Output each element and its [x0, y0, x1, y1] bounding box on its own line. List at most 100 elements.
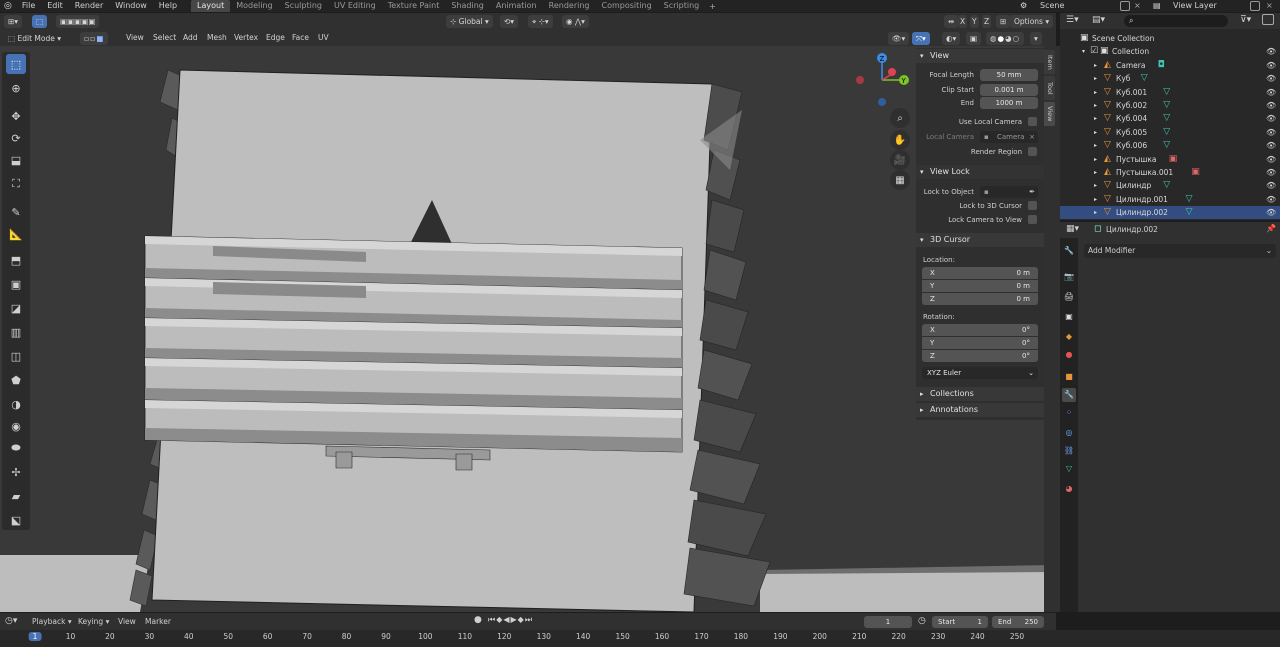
transform-orientation-dropdown[interactable]: ⊹ Global ▾ — [446, 15, 493, 28]
extrude-icon[interactable]: ⬒ — [6, 250, 26, 270]
menu-playback[interactable]: Playback ▾ — [32, 617, 72, 626]
visibility-eye-icon[interactable]: 👁 — [1266, 112, 1276, 125]
solid-shading-icon[interactable]: ● — [998, 34, 1006, 43]
pan-hand-icon[interactable]: ✋ — [890, 130, 910, 150]
outliner-row[interactable]: ▸ ◭ Camera ◘ 👁 — [1060, 59, 1280, 72]
add-workspace-icon[interactable]: + — [705, 2, 720, 11]
jump-end-icon[interactable]: ⏭ — [525, 615, 533, 624]
properties-editor-icon[interactable]: ▦▾ — [1066, 224, 1079, 234]
scene-icon[interactable]: ⚙ — [1020, 0, 1027, 12]
location-x-field[interactable]: X 0 m — [922, 267, 1038, 279]
visibility-eye-icon[interactable]: 👁 — [1266, 139, 1276, 152]
clip-start-field[interactable]: 0.001 m — [980, 84, 1038, 96]
visibility-eye-icon[interactable]: 👁 — [1266, 206, 1276, 219]
record-icon[interactable]: ● — [474, 615, 482, 625]
snap-icon[interactable]: ⌖ ⊹▾ — [528, 15, 553, 28]
shrink-fatten-icon[interactable]: ✢ — [6, 462, 26, 482]
menu-render[interactable]: Render — [69, 0, 109, 12]
tool-properties-icon[interactable]: 🔧 — [1062, 244, 1076, 258]
menu-marker[interactable]: Marker — [145, 617, 171, 626]
outliner-row[interactable]: ▸ ▽ Куб.005 ▽ 👁 — [1060, 126, 1280, 139]
tab-uv-editing[interactable]: UV Editing — [328, 0, 382, 12]
current-frame-field[interactable]: 1 — [864, 616, 912, 628]
view-lock-section-header[interactable]: View Lock — [916, 165, 1044, 179]
filter-icon[interactable]: ⊽▾ — [1240, 15, 1251, 25]
rotation-z-field[interactable]: Z 0° — [922, 350, 1038, 362]
visibility-eye-icon[interactable]: 👁 — [1266, 86, 1276, 99]
mode-dropdown[interactable]: ⬚ Edit Mode ▾ — [4, 32, 65, 45]
shading-modes[interactable]: ◍●◕○ — [986, 32, 1025, 45]
measure-icon[interactable]: 📐 — [6, 224, 26, 244]
expand-arrow-icon[interactable]: ▸ — [1094, 72, 1097, 85]
play-icon[interactable]: ▶ — [511, 615, 518, 624]
tab-compositing[interactable]: Compositing — [596, 0, 658, 12]
scene-properties-icon[interactable]: ◆ — [1062, 330, 1076, 344]
mirror-icon[interactable]: ⇹ — [944, 15, 959, 28]
scene-name[interactable]: Scene — [1040, 0, 1064, 12]
play-reverse-icon[interactable]: ◀ — [503, 615, 510, 624]
visibility-eye-icon[interactable]: 👁 — [1266, 193, 1276, 206]
outliner-row[interactable]: ▸ ◭ Пустышка ▣ 👁 — [1060, 153, 1280, 166]
tab-item[interactable]: Item — [1044, 50, 1055, 74]
menu-view[interactable]: View — [126, 32, 144, 44]
particles-properties-icon[interactable]: ⁘ — [1062, 406, 1076, 420]
proportional-edit-icon[interactable]: ◉ ⋀▾ — [562, 15, 589, 28]
playback-controls[interactable]: ⏮◆◀▶◆⏭ — [488, 615, 533, 625]
data-properties-icon[interactable]: ▽ — [1062, 462, 1076, 476]
editor-type-icon[interactable]: ⊞▾ — [4, 15, 23, 28]
rip-region-icon[interactable]: ⬕ — [6, 510, 26, 530]
loop-cut-icon[interactable]: ▥ — [6, 322, 26, 342]
outliner-row[interactable]: ▸ ▽ Куб.002 ▽ 👁 — [1060, 99, 1280, 112]
tab-layout[interactable]: Layout — [191, 0, 231, 12]
options-dropdown[interactable]: Options ▾ — [1010, 15, 1054, 28]
smooth-icon[interactable]: ◉ — [6, 416, 26, 436]
start-frame-field[interactable]: Start 1 — [932, 616, 988, 628]
axis-x-toggle[interactable]: X — [958, 15, 968, 28]
rotation-x-field[interactable]: X 0° — [922, 324, 1038, 336]
rotation-mode-dropdown[interactable]: XYZ Euler ⌄ — [922, 367, 1038, 379]
lock-camera-to-view-checkbox[interactable] — [1028, 215, 1037, 224]
outliner-row[interactable]: ▸ ▽ Куб ▽ 👁 — [1060, 72, 1280, 85]
outliner-row[interactable]: ▸ ▽ Куб.004 ▽ 👁 — [1060, 112, 1280, 125]
output-properties-icon[interactable]: 🖨 — [1062, 290, 1076, 304]
tab-tool[interactable]: Tool — [1044, 76, 1055, 100]
menu-help[interactable]: Help — [153, 0, 183, 12]
visibility-eye-icon[interactable]: 👁 — [1266, 153, 1276, 166]
use-local-camera-checkbox[interactable] — [1028, 117, 1037, 126]
menu-uv[interactable]: UV — [318, 32, 329, 44]
overlay-icon[interactable]: ◐▾ — [942, 32, 961, 45]
tab-texture-paint[interactable]: Texture Paint — [382, 0, 446, 12]
menu-edit[interactable]: Edit — [41, 0, 69, 12]
visibility-icon[interactable]: 👁▾ — [888, 32, 910, 45]
scale-icon[interactable]: ⬓ — [6, 150, 26, 170]
tab-modeling[interactable]: Modeling — [230, 0, 278, 12]
object-properties-icon[interactable]: ■ — [1062, 370, 1076, 384]
visibility-eye-icon[interactable]: 👁 — [1266, 59, 1276, 72]
wireframe-shading-icon[interactable]: ◍ — [990, 34, 998, 43]
selection-mode-icons[interactable]: ▣▣▣▣▣ — [56, 15, 100, 28]
tab-sculpting[interactable]: Sculpting — [279, 0, 328, 12]
delete-scene-icon[interactable]: × — [1134, 0, 1141, 12]
tab-view[interactable]: View — [1044, 102, 1055, 126]
menu-face[interactable]: Face — [292, 32, 309, 44]
outliner-editor-icon[interactable]: ☰▾ — [1066, 15, 1079, 25]
blender-logo-icon[interactable]: ◎ — [0, 1, 16, 11]
rotation-y-field[interactable]: Y 0° — [922, 337, 1038, 349]
lock-to-object-field[interactable]: ▪ ✒ — [980, 186, 1038, 198]
shading-options-icon[interactable]: ▾ — [1030, 32, 1042, 45]
auto-merge-icon[interactable]: ⊞ — [996, 15, 1011, 28]
expand-arrow-icon[interactable]: ▸ — [1094, 126, 1097, 139]
xray-icon[interactable]: ▣ — [966, 32, 982, 45]
tab-shading[interactable]: Shading — [445, 0, 490, 12]
pin-icon[interactable]: 📌 — [1266, 224, 1276, 233]
axis-y-toggle[interactable]: Y — [970, 15, 979, 28]
expand-arrow-icon[interactable]: ▸ — [1094, 139, 1097, 152]
menu-edge[interactable]: Edge — [266, 32, 285, 44]
shear-icon[interactable]: ▰ — [6, 486, 26, 506]
outliner-row[interactable]: ▣ Scene Collection — [1060, 32, 1280, 45]
cursor-icon[interactable]: ⊕ — [6, 78, 26, 98]
visibility-eye-icon[interactable]: 👁 — [1266, 99, 1276, 112]
bevel-icon[interactable]: ◪ — [6, 298, 26, 318]
expand-arrow-icon[interactable]: ▸ — [1094, 193, 1097, 206]
menu-select[interactable]: Select — [153, 32, 176, 44]
